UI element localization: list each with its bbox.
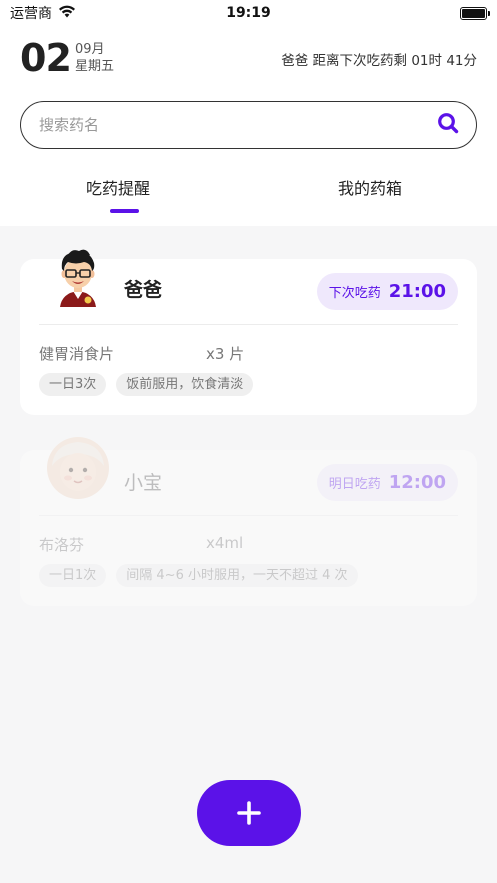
plus-icon — [237, 801, 261, 825]
weekday-label: 星期五 — [75, 59, 115, 74]
next-dose-countdown: 爸爸 距离下次吃药剩 01时 41分 — [281, 53, 477, 69]
status-bar: 运营商 19:19 — [0, 0, 497, 26]
avatar — [46, 243, 110, 307]
tab-medicine-box[interactable]: 我的药箱 — [338, 175, 402, 199]
next-dose-time: 12:00 — [388, 472, 446, 493]
next-dose-badge: 明日吃药 12:00 — [316, 464, 458, 501]
search-bar[interactable] — [20, 101, 477, 149]
next-dose-label: 明日吃药 — [328, 477, 381, 492]
reminder-card[interactable]: 爸爸 下次吃药 21:00 健胃消食片 x3 片 一日3次 饭前服用，饮食清淡 — [20, 249, 477, 415]
medicine-name: 健胃消食片 — [39, 345, 115, 363]
next-dose-badge: 下次吃药 21:00 — [316, 273, 458, 310]
search-input[interactable] — [39, 116, 436, 134]
person-name: 爸爸 — [124, 279, 163, 301]
battery-icon — [460, 6, 490, 20]
active-tab-indicator — [110, 209, 139, 213]
date-header: 02 09月 星期五 爸爸 距离下次吃药剩 01时 41分 — [20, 38, 477, 78]
day-number: 02 — [20, 36, 72, 80]
search-icon[interactable] — [436, 111, 460, 139]
tab-bar: 吃药提醒 我的药箱 — [0, 175, 497, 215]
frequency-tag: 一日1次 — [39, 564, 107, 587]
medicine-tags: 一日1次 间隔 4~6 小时服用，一天不超过 4 次 — [39, 564, 358, 587]
carrier-label: 运营商 — [10, 6, 52, 22]
medicine-dose: x3 片 — [206, 345, 245, 363]
medicine-name: 布洛芬 — [39, 536, 85, 554]
date-detail: 09月 星期五 — [75, 41, 114, 75]
add-reminder-button[interactable] — [197, 780, 301, 846]
reminder-card[interactable]: 小宝 明日吃药 12:00 布洛芬 x4ml 一日1次 间隔 4~6 小时服用，… — [20, 437, 477, 606]
tab-reminders[interactable]: 吃药提醒 — [86, 175, 150, 199]
divider — [39, 515, 458, 516]
medicine-tags: 一日3次 饭前服用，饮食清淡 — [39, 373, 254, 396]
instruction-tag: 间隔 4~6 小时服用，一天不超过 4 次 — [116, 564, 358, 587]
avatar — [46, 436, 110, 500]
medicine-dose: x4ml — [206, 534, 244, 552]
next-dose-time: 21:00 — [388, 281, 446, 302]
person-name: 小宝 — [124, 472, 163, 494]
divider — [39, 324, 458, 325]
frequency-tag: 一日3次 — [39, 373, 107, 396]
wifi-icon — [58, 5, 76, 22]
instruction-tag: 饭前服用，饮食清淡 — [116, 373, 254, 396]
month-label: 09月 — [75, 42, 105, 57]
next-dose-label: 下次吃药 — [328, 286, 381, 301]
